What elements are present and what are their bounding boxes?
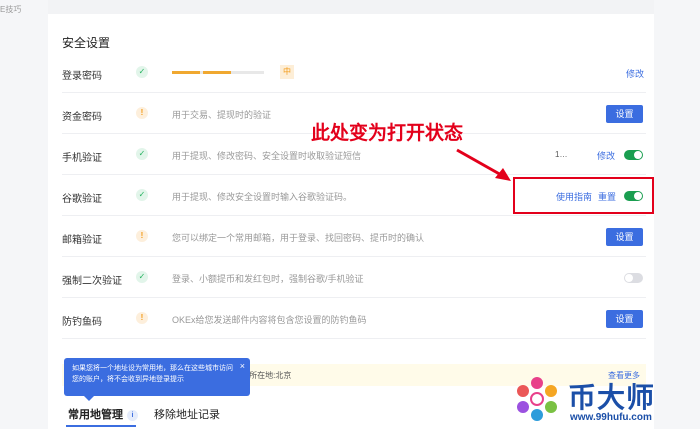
row-email-verification: 邮箱验证 ! 您可以绑定一个常用邮箱，用于登录、找回密码、提币时的确认 设置 (62, 217, 646, 257)
corner-text: E技巧 (0, 5, 22, 14)
top-strip (48, 0, 654, 14)
tab-remove-address-records[interactable]: 移除地址记录 (154, 406, 220, 422)
tooltip-text: 如果您将一个地址设为常用地，那么在这些城市访问您的账户，将不会收到异地登录提示 (72, 365, 233, 383)
row-login-password: 登录密码 ✓ 中 修改 (62, 53, 646, 93)
tab-label: 常用地管理 (68, 409, 123, 421)
info-icon[interactable]: i (127, 410, 138, 421)
tab-common-locations[interactable]: 常用地管理 i (68, 406, 138, 422)
row-description: OKEx给您发送邮件内容将包含您设置的防钓鱼码 (172, 315, 367, 325)
warning-icon: ! (136, 312, 148, 324)
row-label: 资金密码 (62, 112, 102, 123)
section-title: 安全设置 (62, 36, 111, 50)
row-description: 用于交易、提现时的验证 (172, 110, 272, 120)
row-label: 强制二次验证 (62, 276, 122, 287)
password-strength-bar (172, 71, 264, 74)
annotation-text: 此处变为打开状态 (311, 123, 464, 144)
active-tab-indicator (66, 425, 136, 427)
row-anti-phishing: 防钓鱼码 ! OKEx给您发送邮件内容将包含您设置的防钓鱼码 设置 (62, 299, 646, 339)
tooltip-tail (84, 396, 94, 401)
forced-2fa-toggle[interactable] (624, 273, 643, 283)
phone-verification-toggle[interactable] (624, 150, 643, 160)
flower-logo-icon (517, 377, 557, 421)
row-description: 用于提现、修改安全设置时输入谷歌验证码。 (172, 192, 353, 202)
set-email-button[interactable]: 设置 (606, 228, 643, 246)
row-label: 手机验证 (62, 153, 102, 164)
close-icon[interactable]: × (240, 361, 245, 372)
row-forced-2fa: 强制二次验证 ✓ 登录、小额提币和发红包时，强制谷歌/手机验证 (62, 258, 646, 298)
watermark-url: www.99hufu.com (570, 412, 652, 423)
check-icon: ✓ (136, 189, 148, 201)
strength-badge: 中 (280, 65, 294, 79)
row-label: 登录密码 (62, 71, 102, 82)
row-description: 登录、小额提币和发红包时，强制谷歌/手机验证 (172, 274, 364, 284)
annotation-highlight-box (513, 177, 654, 214)
set-fund-password-button[interactable]: 设置 (606, 105, 643, 123)
watermark-brand: 币大师 (568, 382, 656, 413)
modify-login-password-link[interactable]: 修改 (626, 67, 644, 80)
warning-icon: ! (136, 107, 148, 119)
warning-icon: ! (136, 230, 148, 242)
masked-phone: 1… (555, 150, 568, 159)
row-label: 防钓鱼码 (62, 317, 102, 328)
row-description: 用于提现、修改密码、安全设置时收取验证短信 (172, 151, 362, 161)
annotation-arrow-icon (456, 148, 511, 181)
watermark: 币大师 www.99hufu.com (512, 370, 700, 429)
row-label: 谷歌验证 (62, 194, 102, 205)
modify-phone-link[interactable]: 修改 (597, 149, 615, 162)
set-anti-phishing-button[interactable]: 设置 (606, 310, 643, 328)
check-icon: ✓ (136, 148, 148, 160)
common-location-tooltip: 如果您将一个地址设为常用地，那么在这些城市访问您的账户，将不会收到异地登录提示 … (64, 358, 250, 396)
row-description: 您可以绑定一个常用邮箱，用于登录、找回密码、提币时的确认 (172, 233, 425, 243)
check-icon: ✓ (136, 271, 148, 283)
check-icon: ✓ (136, 66, 148, 78)
row-label: 邮箱验证 (62, 235, 102, 246)
